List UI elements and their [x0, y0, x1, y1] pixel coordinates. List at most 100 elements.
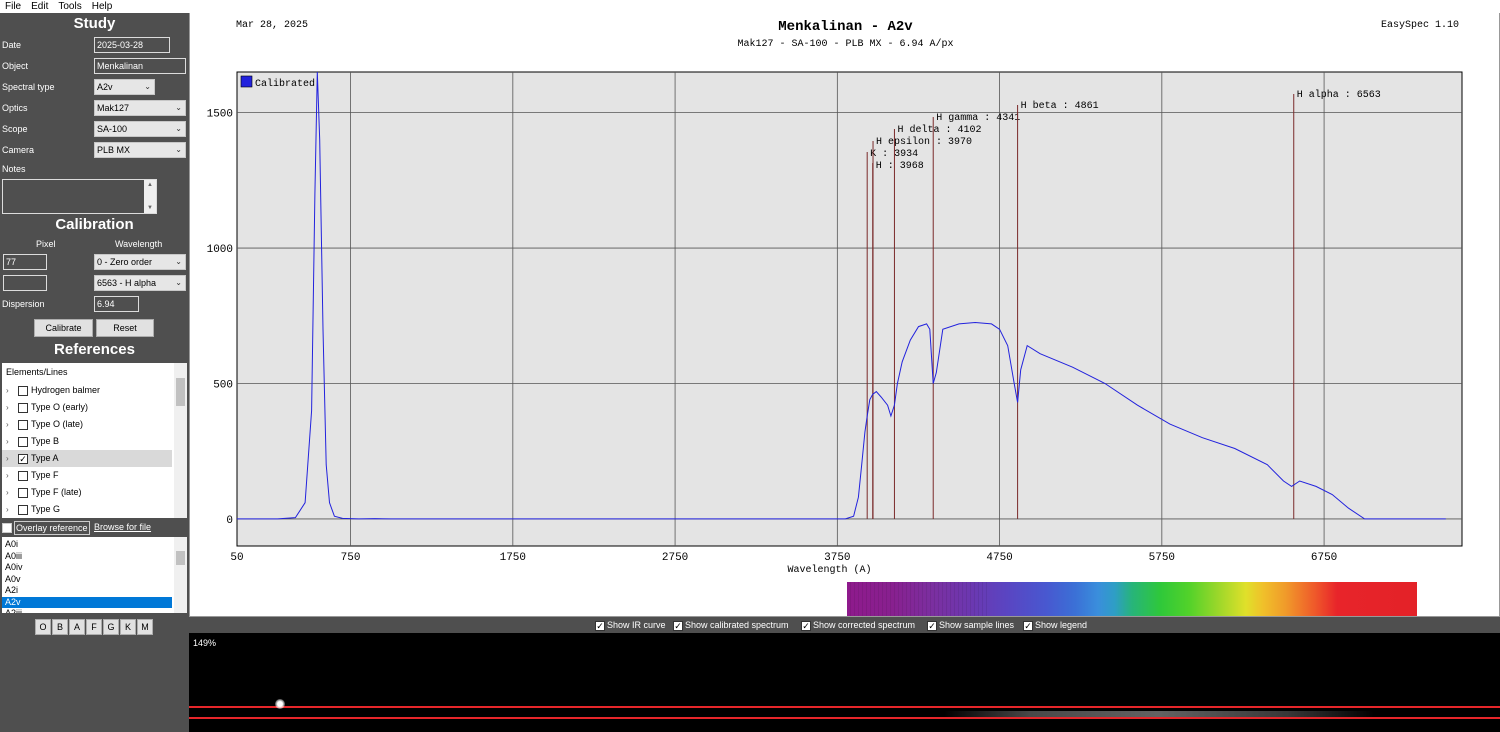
tree-item[interactable]: › Type O (late) — [2, 416, 172, 433]
tree-item[interactable]: › Type B — [2, 433, 172, 450]
type-filter-button[interactable]: A — [69, 619, 85, 635]
overlay-checkbox[interactable] — [2, 523, 12, 533]
chevron-down-icon: ⌄ — [175, 145, 182, 154]
wavelength2-select[interactable]: 6563 - H alpha ⌄ — [94, 275, 186, 291]
checkbox-checked-icon[interactable]: ✓ — [927, 621, 937, 631]
checkbox-icon[interactable] — [18, 403, 28, 413]
type-filter-button[interactable]: B — [52, 619, 68, 635]
chevron-right-icon[interactable]: › — [6, 399, 9, 416]
class-scrollbar[interactable] — [174, 537, 187, 613]
tree-item[interactable]: › Type G — [2, 501, 172, 518]
type-filter-button[interactable]: F — [86, 619, 102, 635]
class-list-item[interactable]: A0iv — [2, 562, 172, 574]
tree-scrollbar[interactable] — [174, 363, 187, 518]
checkbox-icon[interactable] — [18, 505, 28, 515]
spectral-type-select[interactable]: A2v ⌄ — [94, 79, 155, 95]
tree-item-label: Type O (early) — [31, 402, 89, 412]
class-list-item[interactable]: A0iii — [2, 551, 172, 563]
checkbox-checked-icon[interactable]: ✓ — [801, 621, 811, 631]
browse-link[interactable]: Browse for file — [94, 522, 151, 532]
menubar: File Edit Tools Help — [0, 0, 1500, 13]
x-tick-label: 3750 — [824, 552, 850, 564]
class-list-item[interactable]: A0v — [2, 574, 172, 586]
show-calibrated-toggle[interactable]: ✓ Show calibrated spectrum — [673, 619, 789, 631]
overlay-label[interactable]: Overlay reference — [14, 521, 90, 535]
checkbox-checked-icon[interactable]: ✓ — [595, 621, 605, 631]
calibrate-button[interactable]: Calibrate — [34, 319, 93, 337]
chevron-right-icon[interactable]: › — [6, 382, 9, 399]
checkbox-icon[interactable] — [18, 386, 28, 396]
menu-file[interactable]: File — [0, 0, 26, 13]
menu-help[interactable]: Help — [87, 0, 118, 13]
chevron-right-icon[interactable]: › — [6, 450, 9, 467]
tree-item-label: Type A — [31, 453, 59, 463]
scroll-down-icon[interactable]: ▼ — [144, 203, 156, 213]
checkbox-icon[interactable] — [18, 420, 28, 430]
type-filter-button[interactable]: O — [35, 619, 51, 635]
type-filter-button[interactable]: G — [103, 619, 119, 635]
type-filter-button[interactable]: M — [137, 619, 153, 635]
type-filter-button[interactable]: K — [120, 619, 136, 635]
show-legend-label: Show legend — [1035, 620, 1088, 630]
sample-line-top[interactable] — [189, 706, 1500, 708]
tree-item[interactable]: › Type O (early) — [2, 399, 172, 416]
chevron-right-icon[interactable]: › — [6, 467, 9, 484]
show-corrected-toggle[interactable]: ✓ Show corrected spectrum — [801, 619, 915, 631]
raw-image-view[interactable]: 149% — [189, 633, 1500, 732]
checkbox-icon[interactable] — [18, 488, 28, 498]
menu-tools[interactable]: Tools — [53, 0, 86, 13]
tree-item[interactable]: › Hydrogen balmer — [2, 382, 172, 399]
class-list-item[interactable]: A0i — [2, 539, 172, 551]
left-panel: Study Date 2025-03-28 Object Menkalinan … — [0, 13, 189, 732]
x-tick-label: 6750 — [1311, 552, 1337, 564]
camera-select[interactable]: PLB MX ⌄ — [94, 142, 186, 158]
scroll-thumb[interactable] — [176, 551, 185, 565]
show-ir-curve-toggle[interactable]: ✓ Show IR curve — [595, 619, 666, 631]
spectral-type-label: Spectral type — [2, 82, 55, 92]
y-tick-label: 1500 — [207, 109, 233, 121]
pixel1-field[interactable]: 77 — [3, 254, 47, 270]
tree-item[interactable]: › Type F — [2, 467, 172, 484]
show-sample-lines-toggle[interactable]: ✓ Show sample lines — [927, 619, 1014, 631]
optics-select[interactable]: Mak127 ⌄ — [94, 100, 186, 116]
tree-item[interactable]: › Type F (late) — [2, 484, 172, 501]
scroll-up-icon[interactable]: ▲ — [144, 180, 156, 190]
checkbox-icon[interactable] — [18, 471, 28, 481]
dispersion-field[interactable]: 6.94 — [94, 296, 139, 312]
class-list-item[interactable]: A2iii — [2, 608, 172, 613]
wavelength1-select[interactable]: 0 - Zero order ⌄ — [94, 254, 186, 270]
checkbox-checked-icon[interactable]: ✓ — [18, 454, 28, 464]
scope-value: SA-100 — [97, 124, 128, 134]
class-list-item[interactable]: A2v — [2, 596, 172, 608]
chevron-down-icon: ⌄ — [175, 257, 182, 266]
sample-line-bottom[interactable] — [189, 717, 1500, 719]
scroll-thumb[interactable] — [176, 378, 185, 406]
menu-edit[interactable]: Edit — [26, 0, 53, 13]
notes-textarea[interactable]: ▲ ▼ — [2, 179, 157, 214]
scope-select[interactable]: SA-100 ⌄ — [94, 121, 186, 137]
chevron-right-icon[interactable]: › — [6, 433, 9, 450]
chevron-right-icon[interactable]: › — [6, 416, 9, 433]
object-field[interactable]: Menkalinan — [94, 58, 186, 74]
checkbox-checked-icon[interactable]: ✓ — [1023, 621, 1033, 631]
chevron-right-icon[interactable]: › — [6, 484, 9, 501]
x-tick-label: 750 — [341, 552, 361, 564]
chevron-right-icon[interactable]: › — [6, 501, 9, 518]
notes-scrollbar[interactable]: ▲ ▼ — [144, 180, 156, 213]
pixel2-field[interactable] — [3, 275, 47, 291]
date-field[interactable]: 2025-03-28 — [94, 37, 170, 53]
checkbox-icon[interactable] — [18, 437, 28, 447]
x-axis-label: Wavelength (A) — [787, 564, 871, 576]
x-tick-label: 5750 — [1149, 552, 1175, 564]
tree-item-label: Type F (late) — [31, 487, 82, 497]
chevron-down-icon: ⌄ — [175, 103, 182, 112]
reset-button[interactable]: Reset — [96, 319, 154, 337]
class-list-item[interactable]: A2i — [2, 585, 172, 597]
tree-item[interactable]: › ✓ Type A — [2, 450, 172, 467]
show-ir-curve-label: Show IR curve — [607, 620, 666, 630]
show-legend-toggle[interactable]: ✓ Show legend — [1023, 619, 1087, 631]
x-tick-label: 4750 — [986, 552, 1012, 564]
absorption-lines — [847, 582, 990, 616]
tree-item-label: Type G — [31, 504, 61, 514]
checkbox-checked-icon[interactable]: ✓ — [673, 621, 683, 631]
